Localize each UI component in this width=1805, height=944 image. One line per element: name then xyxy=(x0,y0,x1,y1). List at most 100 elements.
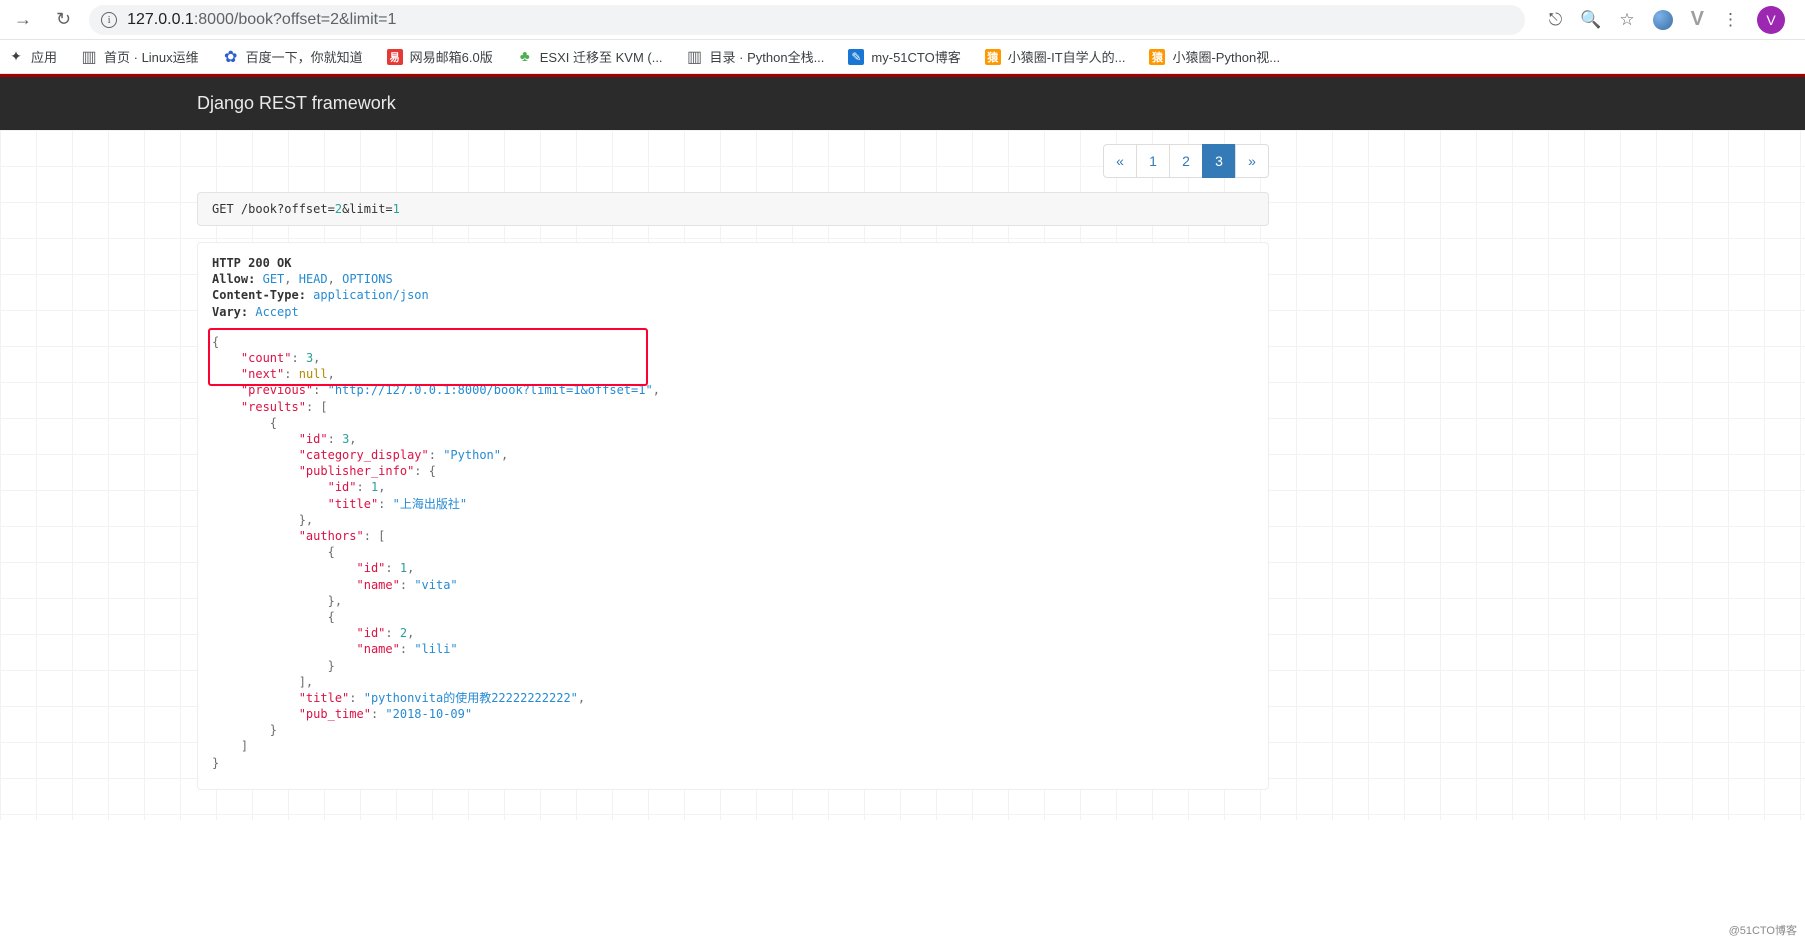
bookmark-163[interactable]: 易 网易邮箱6.0版 xyxy=(387,47,493,66)
k-previous: "previous" xyxy=(241,383,313,397)
book-icon: ▥ xyxy=(81,49,97,65)
allow-head: HEAD xyxy=(299,272,328,286)
book-icon: ▥ xyxy=(687,49,703,65)
k-a2-name: "name" xyxy=(357,642,400,656)
menu-icon[interactable]: ⋮ xyxy=(1722,10,1739,30)
bookmark-label: 目录 · Python全栈... xyxy=(710,47,825,66)
bookmarks-bar: ✦ 应用 ▥ 首页 · Linux运维 ✿ 百度一下，你就知道 易 网易邮箱6.… xyxy=(0,40,1805,74)
bookmark-label: 网易邮箱6.0版 xyxy=(410,47,493,66)
k-a1-id: "id" xyxy=(357,561,386,575)
bookmark-linux[interactable]: ▥ 首页 · Linux运维 xyxy=(81,47,199,66)
bookmark-baidu[interactable]: ✿ 百度一下，你就知道 xyxy=(223,47,363,66)
bookmark-apps[interactable]: ✦ 应用 xyxy=(8,47,57,66)
star-icon[interactable]: ☆ xyxy=(1619,10,1634,30)
baidu-icon: ✿ xyxy=(223,49,239,65)
xyq-icon: 猿 xyxy=(1149,49,1165,65)
xyq-icon: 猿 xyxy=(985,49,1001,65)
json-body: { "count": 3, "next": null, "previous": … xyxy=(212,334,1254,771)
vary-line: Vary: Accept xyxy=(212,304,1254,320)
allow-key: Allow: xyxy=(212,272,255,286)
bookmark-xyq1[interactable]: 猿 小猿圈-IT自学人的... xyxy=(985,47,1126,66)
frog-icon: ♣ xyxy=(517,49,533,65)
allow-options: OPTIONS xyxy=(342,272,393,286)
k-pub-title: "title" xyxy=(328,497,379,511)
url-text: 127.0.0.1:8000/book?offset=2&limit=1 xyxy=(127,11,396,29)
pagination-wrap: « 1 2 3 » xyxy=(197,144,1269,178)
k-authors: "authors" xyxy=(299,529,364,543)
k-book-title: "title" xyxy=(299,691,350,705)
site-info-icon[interactable]: i xyxy=(101,12,117,28)
profile-avatar[interactable]: V xyxy=(1757,6,1785,34)
k-id: "id" xyxy=(299,432,328,446)
forward-arrow-icon[interactable]: → xyxy=(8,5,38,34)
k-category-display: "category_display" xyxy=(299,448,429,462)
bookmark-python[interactable]: ▥ 目录 · Python全栈... xyxy=(687,47,825,66)
k-pub-id: "id" xyxy=(328,480,357,494)
v-previous[interactable]: "http://127.0.0.1:8000/book?limit=1&offs… xyxy=(328,383,653,397)
grid-background: « 1 2 3 » GET /book?offset=2&limit=1 HTT… xyxy=(0,130,1805,820)
v-a1-name: "vita" xyxy=(414,578,457,592)
allow-line: Allow: GET, HEAD, OPTIONS xyxy=(212,271,1254,287)
request-limit: 1 xyxy=(393,202,400,216)
netease-icon: 易 xyxy=(387,49,403,65)
request-offset: 2 xyxy=(335,202,342,216)
url-path: /book?offset=2&limit=1 xyxy=(234,11,396,28)
reload-icon[interactable]: ↻ xyxy=(50,5,77,34)
bookmark-xyq2[interactable]: 猿 小猿圈-Python视... xyxy=(1149,47,1280,66)
request-box: GET /book?offset=2&limit=1 xyxy=(197,192,1269,226)
v-next: null xyxy=(299,367,328,381)
apps-folder-icon: ✦ xyxy=(8,49,24,65)
page-next[interactable]: » xyxy=(1235,144,1269,178)
bookmark-label: 首页 · Linux运维 xyxy=(104,47,199,66)
extension-globe-icon[interactable] xyxy=(1653,10,1673,30)
allow-get: GET xyxy=(263,272,285,286)
page-prev[interactable]: « xyxy=(1103,144,1137,178)
address-bar[interactable]: i 127.0.0.1:8000/book?offset=2&limit=1 xyxy=(89,5,1525,35)
bookmark-label: 应用 xyxy=(31,47,57,66)
v-book-title: "pythonvita的使用教22222222222" xyxy=(364,691,578,705)
cto-icon: ✎ xyxy=(848,49,864,65)
page-1[interactable]: 1 xyxy=(1136,144,1170,178)
k-next: "next" xyxy=(241,367,284,381)
request-amp: &limit= xyxy=(342,202,393,216)
v-pub-title: "上海出版社" xyxy=(393,497,467,511)
extension-v-icon[interactable]: V xyxy=(1691,8,1704,31)
response-area: HTTP 200 OK Allow: GET, HEAD, OPTIONS Co… xyxy=(197,242,1269,790)
vary-key: Vary: xyxy=(212,305,248,319)
bookmark-51cto[interactable]: ✎ my-51CTO博客 xyxy=(848,47,960,66)
v-a1-id: 1 xyxy=(400,561,407,575)
zoom-icon[interactable]: 🔍 xyxy=(1580,10,1601,30)
page-2[interactable]: 2 xyxy=(1169,144,1203,178)
v-pub-time: "2018-10-09" xyxy=(385,707,472,721)
status-line: HTTP 200 OK xyxy=(212,255,1254,271)
toolbar-right: ⎋ 🔍 ☆ V ⋮ V xyxy=(1537,6,1797,34)
k-results: "results" xyxy=(241,400,306,414)
url-port: :8000 xyxy=(194,11,234,28)
vary-val: Accept xyxy=(255,305,298,319)
request-method: GET xyxy=(212,202,234,216)
k-a2-id: "id" xyxy=(357,626,386,640)
bookmark-esxi[interactable]: ♣ ESXI 迁移至 KVM (... xyxy=(517,47,663,66)
content-type-line: Content-Type: application/json xyxy=(212,287,1254,303)
browser-toolbar: → ↻ i 127.0.0.1:8000/book?offset=2&limit… xyxy=(0,0,1805,40)
k-a1-name: "name" xyxy=(357,578,400,592)
translate-icon[interactable]: ⎋ xyxy=(1549,10,1562,30)
ct-key: Content-Type: xyxy=(212,288,306,302)
url-host: 127.0.0.1 xyxy=(127,11,194,28)
drf-container: « 1 2 3 » GET /book?offset=2&limit=1 HTT… xyxy=(197,130,1269,790)
k-pub-time: "pub_time" xyxy=(299,707,371,721)
watermark: @51CTO博客 xyxy=(1729,922,1797,938)
request-path: /book?offset= xyxy=(234,202,335,216)
k-publisher-info: "publisher_info" xyxy=(299,464,415,478)
navbar-brand[interactable]: Django REST framework xyxy=(197,93,396,114)
page-3-active[interactable]: 3 xyxy=(1202,144,1236,178)
bookmark-label: 小猿圈-IT自学人的... xyxy=(1008,47,1126,66)
k-count: "count" xyxy=(241,351,292,365)
v-a2-name: "lili" xyxy=(414,642,457,656)
bookmark-label: my-51CTO博客 xyxy=(871,47,960,66)
v-category-display: "Python" xyxy=(443,448,501,462)
ct-val: application/json xyxy=(313,288,429,302)
pagination: « 1 2 3 » xyxy=(1104,144,1269,178)
v-a2-id: 2 xyxy=(400,626,407,640)
bookmark-label: ESXI 迁移至 KVM (... xyxy=(540,47,663,66)
